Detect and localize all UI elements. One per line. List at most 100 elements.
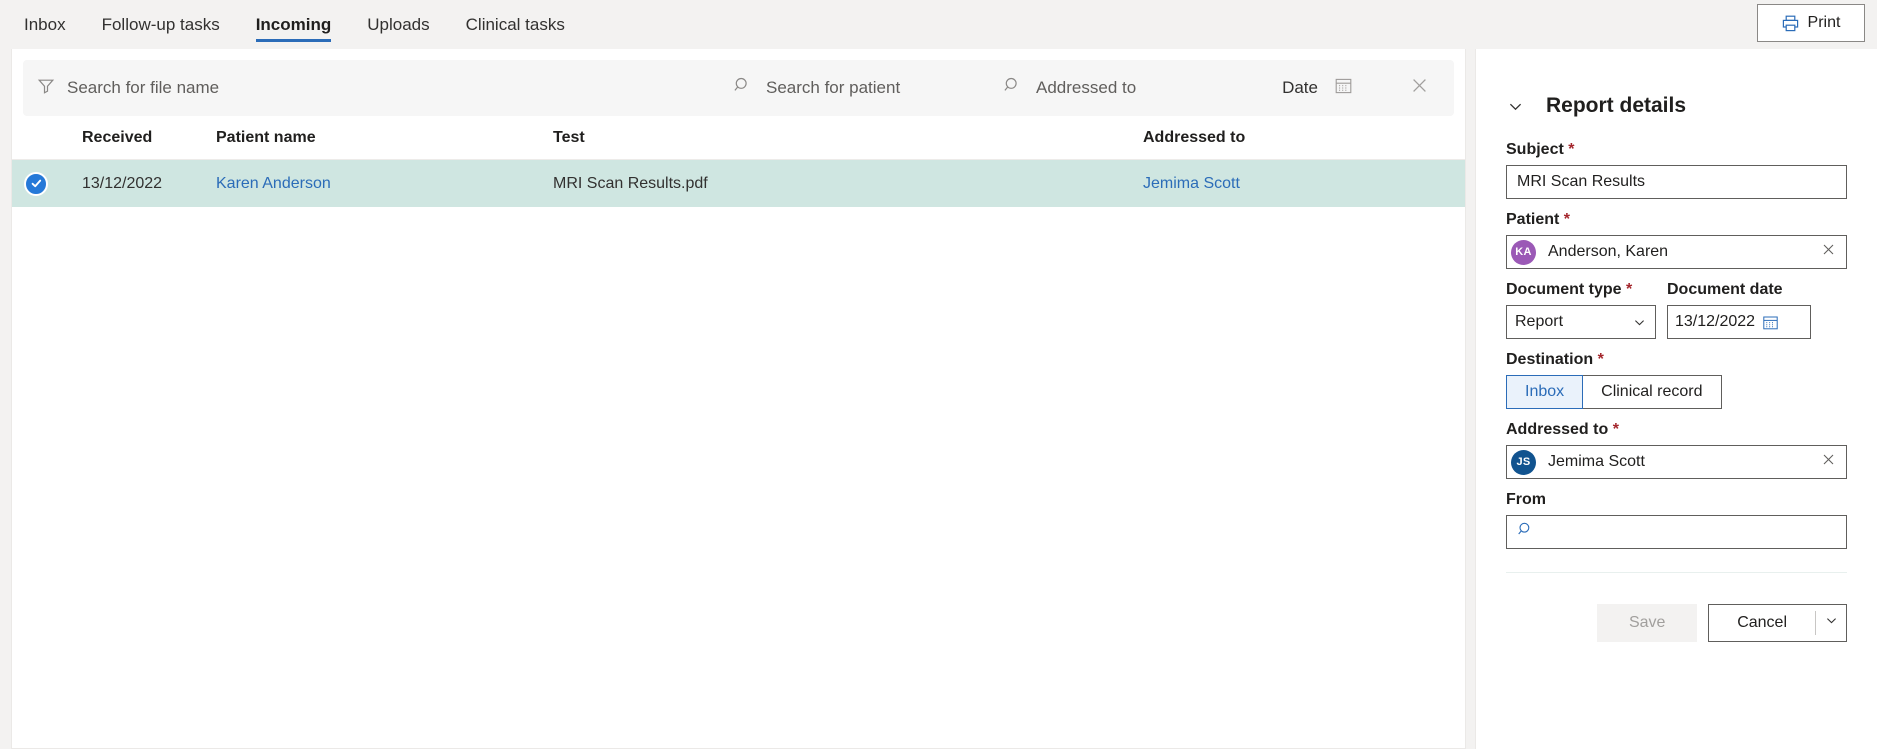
document-type-field-group: Document type * Report [1506, 281, 1656, 339]
table-row[interactable]: 13/12/2022 Karen Anderson MRI Scan Resul… [12, 160, 1465, 207]
avatar: KA [1511, 239, 1536, 265]
close-icon [1821, 452, 1836, 472]
search-icon [1003, 76, 1022, 100]
column-header-received: Received [82, 128, 153, 146]
file-name-search-input[interactable]: Search for file name [23, 77, 733, 100]
destination-option-inbox[interactable]: Inbox [1506, 375, 1584, 409]
patient-search-input[interactable]: Search for patient [733, 76, 1003, 100]
print-label: Print [1807, 14, 1841, 31]
from-label: From [1506, 491, 1847, 509]
filter-bar: Search for file name Search for patient … [23, 60, 1454, 116]
subject-label-text: Subject [1506, 141, 1564, 158]
filter-funnel-icon [37, 77, 55, 100]
panel-actions: Save Cancel [1506, 604, 1847, 642]
document-type-dropdown[interactable]: Report [1506, 305, 1656, 339]
date-filter[interactable]: Date [1233, 76, 1353, 100]
addressed-to-label: Addressed to * [1506, 421, 1847, 439]
subject-label: Subject * [1506, 141, 1847, 159]
addressed-to-search-placeholder: Addressed to [1036, 78, 1137, 97]
search-icon [1517, 521, 1534, 543]
tab-incoming[interactable]: Incoming [238, 0, 350, 49]
clear-patient-button[interactable] [1816, 240, 1840, 264]
cancel-button[interactable]: Cancel [1709, 605, 1815, 641]
from-input-field[interactable] [1540, 522, 1836, 542]
chevron-down-icon [1632, 315, 1647, 330]
table-header-row: Received Patient name Test Addressed to [12, 116, 1465, 160]
tab-label: Follow-up tasks [101, 14, 220, 34]
document-row: Document type * Report Document date 13/… [1506, 281, 1847, 339]
patient-label: Patient * [1506, 211, 1847, 229]
document-date-label: Document date [1667, 281, 1811, 299]
content-area: Search for file name Search for patient … [0, 49, 1877, 749]
required-marker: * [1626, 281, 1633, 298]
file-name-search-placeholder: Search for file name [67, 78, 220, 97]
from-label-text: From [1506, 491, 1546, 508]
addressed-to-picker[interactable]: JS Jemima Scott [1506, 445, 1847, 479]
destination-label-text: Destination [1506, 351, 1594, 368]
chevron-down-icon [1824, 613, 1839, 633]
tab-label: Uploads [367, 14, 430, 34]
avatar: JS [1511, 449, 1536, 475]
tab-follow-up-tasks[interactable]: Follow-up tasks [84, 0, 238, 49]
subject-input[interactable] [1506, 165, 1847, 199]
top-tab-bar: Inbox Follow-up tasks Incoming Uploads C… [0, 0, 1877, 49]
check-circle-icon [24, 171, 48, 196]
calendar-icon[interactable] [1762, 314, 1779, 331]
cell-received: 13/12/2022 [82, 174, 163, 192]
document-date-label-text: Document date [1667, 281, 1783, 298]
printer-icon [1782, 15, 1799, 32]
cancel-menu-button[interactable] [1816, 605, 1846, 641]
document-type-label: Document type * [1506, 281, 1656, 299]
tab-label: Inbox [24, 14, 66, 34]
cell-test: MRI Scan Results.pdf [553, 174, 708, 192]
subject-field-group: Subject * [1506, 141, 1847, 199]
search-icon [733, 76, 752, 100]
row-select-checkbox[interactable] [24, 171, 82, 196]
patient-field-group: Patient * KA Anderson, Karen [1506, 211, 1847, 269]
column-header-patient-name: Patient name [216, 128, 316, 146]
document-type-label-text: Document type [1506, 281, 1622, 298]
document-date-input[interactable]: 13/12/2022 [1667, 305, 1811, 339]
clear-filters-button[interactable] [1404, 73, 1434, 103]
addressed-to-search-input[interactable]: Addressed to [1003, 76, 1233, 100]
addressed-to-field-group: Addressed to * JS Jemima Scott [1506, 421, 1847, 479]
save-button[interactable]: Save [1597, 604, 1698, 642]
clear-addressed-to-button[interactable] [1816, 450, 1840, 474]
document-type-value: Report [1515, 313, 1564, 330]
cell-patient-name[interactable]: Karen Anderson [216, 175, 553, 193]
panel-title: Report details [1546, 94, 1687, 117]
cell-addressed-to[interactable]: Jemima Scott [1143, 175, 1465, 193]
destination-option-clinical-record[interactable]: Clinical record [1583, 375, 1722, 409]
column-header-addressed-to: Addressed to [1143, 128, 1246, 146]
from-field-group: From [1506, 491, 1847, 549]
print-button[interactable]: Print [1757, 4, 1865, 42]
destination-field-group: Destination * Inbox Clinical record [1506, 351, 1847, 409]
calendar-icon[interactable] [1334, 76, 1353, 100]
panel-divider [1506, 572, 1847, 573]
addressed-to-label-text: Addressed to [1506, 421, 1609, 438]
destination-toggle-group: Inbox Clinical record [1506, 375, 1751, 409]
tab-clinical-tasks[interactable]: Clinical tasks [448, 0, 583, 49]
column-header-test: Test [553, 128, 585, 146]
patient-picker[interactable]: KA Anderson, Karen [1506, 235, 1847, 269]
close-icon [1410, 76, 1429, 100]
chevron-down-icon[interactable] [1506, 97, 1525, 116]
required-marker: * [1612, 421, 1619, 438]
destination-label: Destination * [1506, 351, 1847, 369]
incoming-table: Received Patient name Test Addressed to … [12, 116, 1465, 207]
cancel-split-button: Cancel [1708, 604, 1847, 642]
incoming-list-panel: Search for file name Search for patient … [11, 49, 1466, 749]
tab-label: Incoming [255, 14, 332, 34]
tab-uploads[interactable]: Uploads [349, 0, 447, 49]
addressed-to-value: Jemima Scott [1548, 453, 1645, 470]
tab-inbox[interactable]: Inbox [6, 0, 84, 49]
subject-input-field[interactable] [1515, 172, 1838, 192]
close-icon [1821, 242, 1836, 262]
patient-label-text: Patient [1506, 211, 1560, 228]
required-marker: * [1568, 141, 1575, 158]
report-details-header: Report details [1506, 83, 1847, 129]
from-search-input[interactable] [1506, 515, 1847, 549]
required-marker: * [1597, 351, 1604, 368]
report-details-panel: Report details Subject * Patient * KA An… [1475, 49, 1877, 749]
tab-label: Clinical tasks [465, 14, 565, 34]
